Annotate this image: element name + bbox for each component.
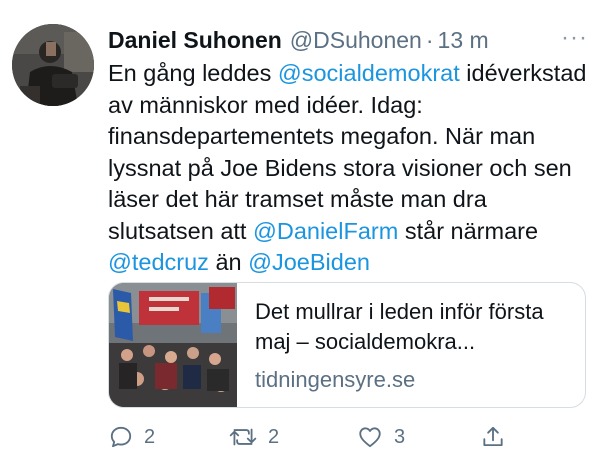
tweet-text: En gång leddes @socialdemokrat idéverkst…	[108, 58, 588, 279]
tweet-text-part: står närmare	[398, 217, 539, 244]
link-card-text: Det mullrar i leden inför första maj – s…	[255, 297, 573, 395]
avatar-photo	[12, 24, 94, 106]
author-name[interactable]: Daniel Suhonen	[108, 27, 282, 54]
retweet-icon	[229, 428, 257, 446]
link-preview-card[interactable]: Det mullrar i leden inför första maj – s…	[108, 282, 586, 408]
tweet-actions: 2 2 3	[108, 424, 508, 456]
tweet-text-part: än	[208, 249, 249, 275]
mention-socialdemokrat[interactable]: @socialdemokrat	[278, 60, 460, 86]
share-button[interactable]	[480, 424, 506, 450]
reply-button[interactable]: 2	[108, 424, 155, 450]
avatar[interactable]	[12, 24, 94, 106]
reply-count: 2	[144, 425, 156, 448]
retweet-count: 2	[268, 425, 280, 448]
tweet-card: Daniel Suhonen @DSuhonen · 13 m ··· En g…	[0, 0, 614, 467]
heart-icon	[359, 427, 381, 448]
mention-danielfarm[interactable]: @DanielFarm	[253, 218, 398, 244]
tweet-timestamp[interactable]: 13 m	[438, 27, 489, 54]
tweet-header: Daniel Suhonen @DSuhonen · 13 m	[108, 24, 594, 56]
like-button[interactable]: 3	[356, 424, 405, 450]
more-options-icon[interactable]: ···	[561, 24, 588, 52]
separator-dot: ·	[425, 26, 434, 53]
tweet-text-part: idéverkstad av människor med idéer. Idag…	[108, 60, 587, 244]
retweet-button[interactable]: 2	[228, 424, 279, 450]
tweet-text-part: En gång leddes	[108, 60, 278, 86]
like-count: 3	[394, 425, 406, 448]
author-handle[interactable]: @DSuhonen	[290, 27, 422, 54]
mention-joebiden[interactable]: @JoeBiden	[248, 249, 370, 275]
link-thumbnail-image	[109, 283, 237, 407]
link-card-domain: tidningensyre.se	[255, 367, 416, 392]
link-card-title: Det mullrar i leden inför första maj – s…	[255, 299, 544, 354]
mention-tedcruz[interactable]: @tedcruz	[108, 249, 209, 275]
reply-icon	[110, 426, 132, 448]
share-icon	[483, 426, 503, 447]
